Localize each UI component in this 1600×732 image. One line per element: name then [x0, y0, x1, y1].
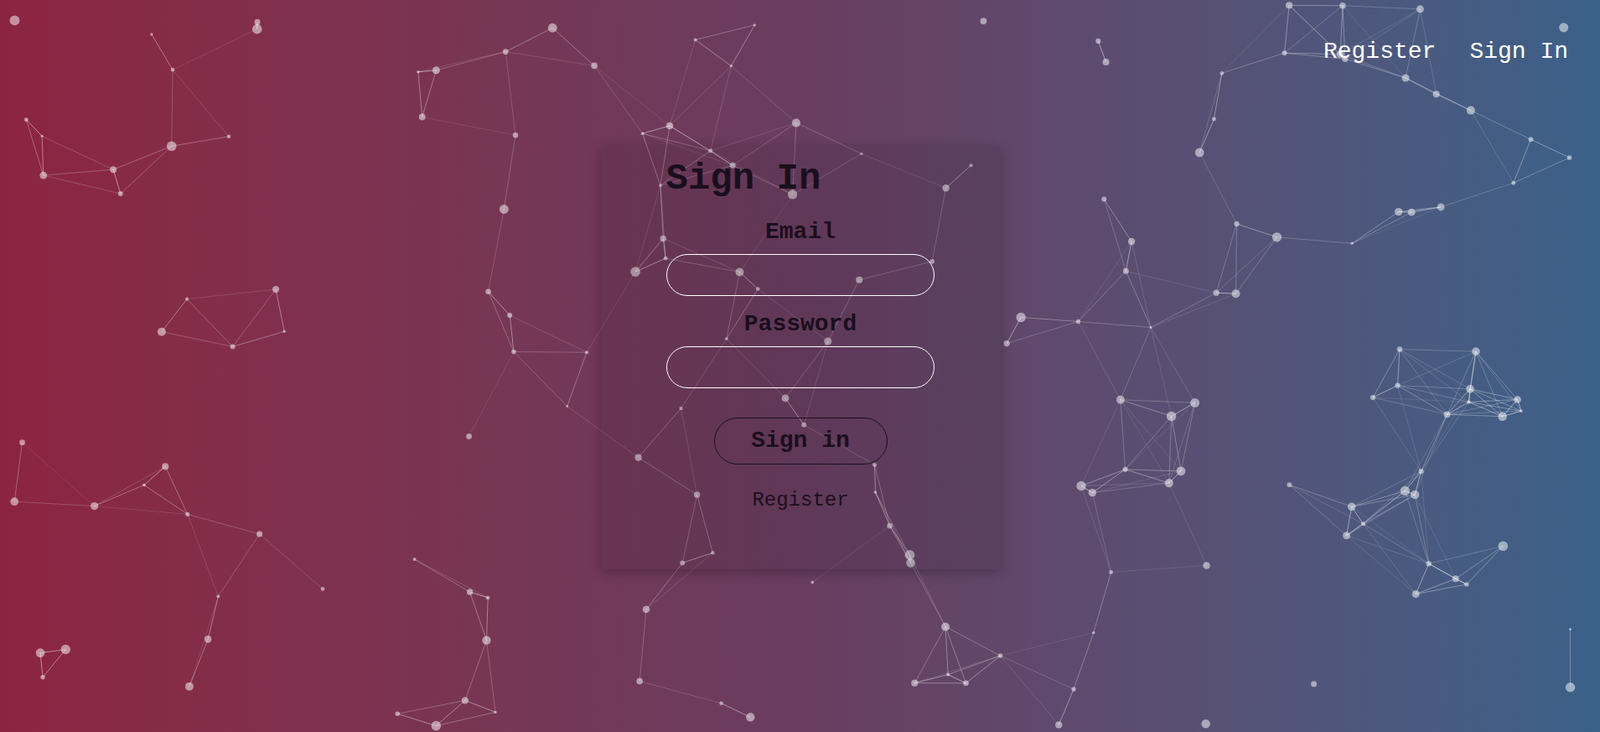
form-field: Email	[666, 217, 936, 296]
nav-link[interactable]: Register	[1323, 36, 1436, 68]
field-label: Password	[744, 309, 857, 340]
nav-link[interactable]: Sign In	[1469, 36, 1569, 68]
top-nav: Register Sign In	[0, 0, 1600, 68]
content: RegisterSign InSign InEmailPasswordSign …	[0, 0, 1600, 570]
card-title: Sign In	[666, 156, 936, 201]
form-field: Password	[666, 309, 936, 389]
page: RegisterSign InSign InEmailPasswordSign …	[0, 0, 1600, 732]
field-label: Email	[765, 217, 836, 248]
field-input[interactable]	[666, 253, 935, 296]
sign-in-button[interactable]: Sign in	[714, 417, 888, 465]
sign-in-card: Sign In Email Password Sign in Register	[600, 144, 1001, 570]
field-input[interactable]	[666, 346, 935, 389]
register-link[interactable]: Register	[751, 487, 849, 513]
